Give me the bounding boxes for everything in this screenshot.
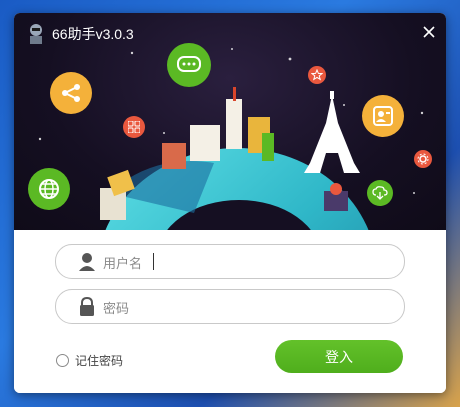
grid-icon (123, 116, 145, 138)
login-form: 用户名 密码 记住密码 登入 (14, 230, 446, 393)
star-icon (308, 66, 326, 84)
remember-radio[interactable] (56, 354, 69, 367)
user-icon (79, 253, 95, 271)
lock-icon (80, 297, 94, 316)
app-logo-icon (30, 24, 42, 44)
password-field[interactable]: 密码 (55, 289, 405, 324)
globe-icon (28, 168, 70, 210)
gear-icon (414, 150, 432, 168)
username-field[interactable]: 用户名 (55, 244, 405, 279)
login-window: 66助手v3.0.3 用户名 密码 记住密码 登入 (14, 13, 446, 393)
chat-icon (167, 43, 211, 87)
remember-password-label: 记住密码 (75, 354, 124, 368)
window-title: 66助手v3.0.3 (52, 26, 134, 42)
login-button[interactable]: 登入 (275, 340, 403, 373)
remember-password-checkbox[interactable]: 记住密码 (56, 352, 123, 369)
cloud-download-icon (367, 180, 393, 206)
hero-banner: 66助手v3.0.3 (14, 13, 446, 230)
password-placeholder: 密码 (103, 301, 130, 316)
share-icon (50, 72, 92, 114)
title-bar: 66助手v3.0.3 (14, 13, 446, 49)
close-icon[interactable] (420, 23, 438, 41)
username-placeholder: 用户名 (103, 256, 143, 271)
text-caret (153, 253, 154, 270)
profile-card-icon (362, 95, 404, 137)
